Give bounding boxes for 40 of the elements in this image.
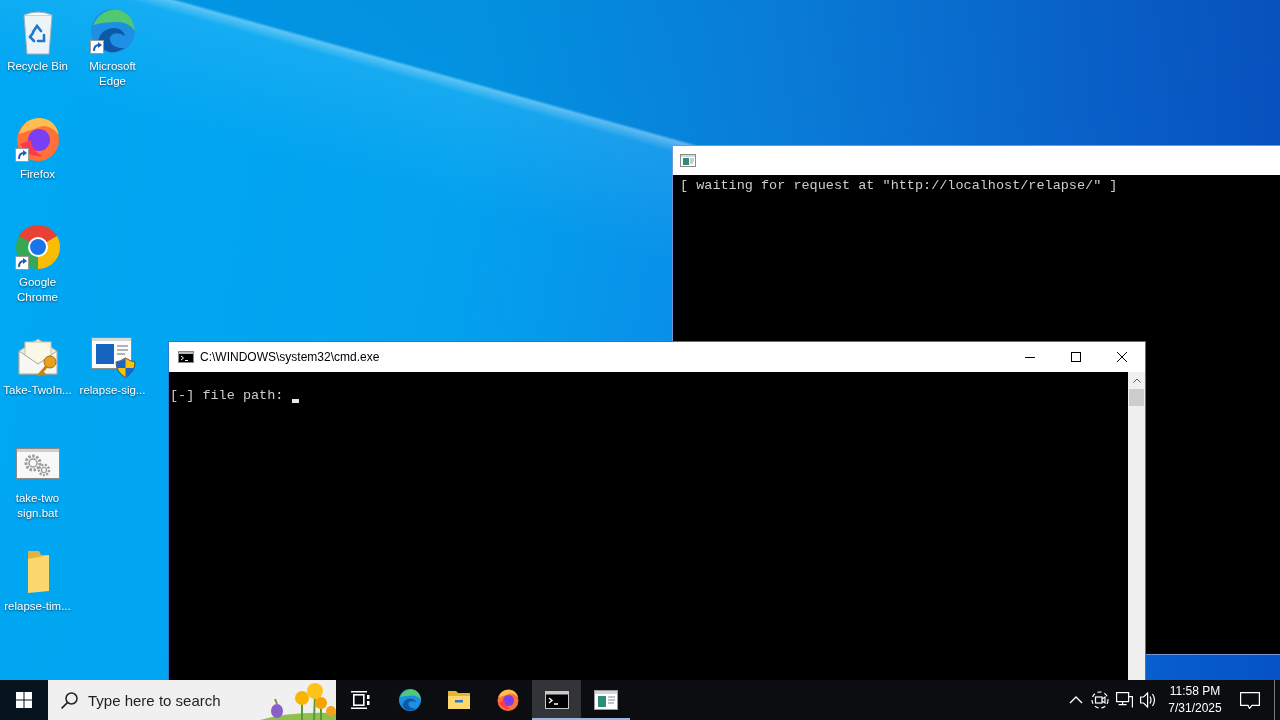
speech-bubble-icon xyxy=(1240,691,1260,709)
camera-icon xyxy=(1091,691,1109,709)
desktop-item[interactable]: Firefox xyxy=(0,115,75,182)
search-icon xyxy=(61,691,78,709)
scrollbar[interactable] xyxy=(1128,372,1145,680)
swirl-logo-icon xyxy=(88,7,137,55)
console-output-line: [ waiting for request at "http://localhost/relapse/" ] xyxy=(680,178,1119,194)
terminal-icon xyxy=(178,350,194,364)
desktop-item[interactable]: Google Chrome xyxy=(0,223,75,305)
maximize-icon xyxy=(1071,352,1081,362)
globe-logo-icon xyxy=(495,688,520,712)
text-cursor xyxy=(292,399,300,403)
desktop-item[interactable]: Microsoft Edge xyxy=(75,7,150,89)
minimize-icon xyxy=(1025,356,1035,358)
folder-icon xyxy=(446,688,471,712)
close-icon xyxy=(1117,352,1127,362)
app-window-icon xyxy=(680,154,696,167)
network-monitor-icon xyxy=(1115,692,1133,708)
desktop-item[interactable]: relapse-tim... xyxy=(0,547,75,614)
desktop-item[interactable]: Take-TwoIn... xyxy=(0,331,75,398)
desktop-item[interactable]: take-two sign.bat xyxy=(0,439,75,521)
scrollbar-thumb[interactable] xyxy=(1129,389,1144,406)
chevron-up-icon xyxy=(1069,696,1083,704)
terminal-icon xyxy=(544,688,569,712)
desktop-item[interactable]: relapse-sig... xyxy=(75,331,150,398)
clock-button[interactable]: 11:58 PM 7/31/2025 xyxy=(1160,680,1230,720)
app-window-icon xyxy=(593,688,618,712)
window-title: C:\WINDOWS\system32\cmd.exe xyxy=(200,350,380,364)
start-button[interactable] xyxy=(0,680,48,720)
flowers-icon xyxy=(260,680,336,720)
task-view-icon xyxy=(348,688,373,712)
tricolor-circle-icon xyxy=(13,223,62,271)
start-logo-icon xyxy=(16,692,32,708)
speaker-icon xyxy=(1140,692,1156,708)
search-field[interactable]: Type here to search xyxy=(88,691,248,709)
desktop-item[interactable]: Recycle Bin xyxy=(0,7,75,74)
console-prompt: [-] file path: xyxy=(170,388,284,404)
chevron-up-icon xyxy=(1132,378,1141,383)
swirl-logo-icon xyxy=(397,688,422,712)
taskbar-app-button[interactable] xyxy=(532,680,581,720)
